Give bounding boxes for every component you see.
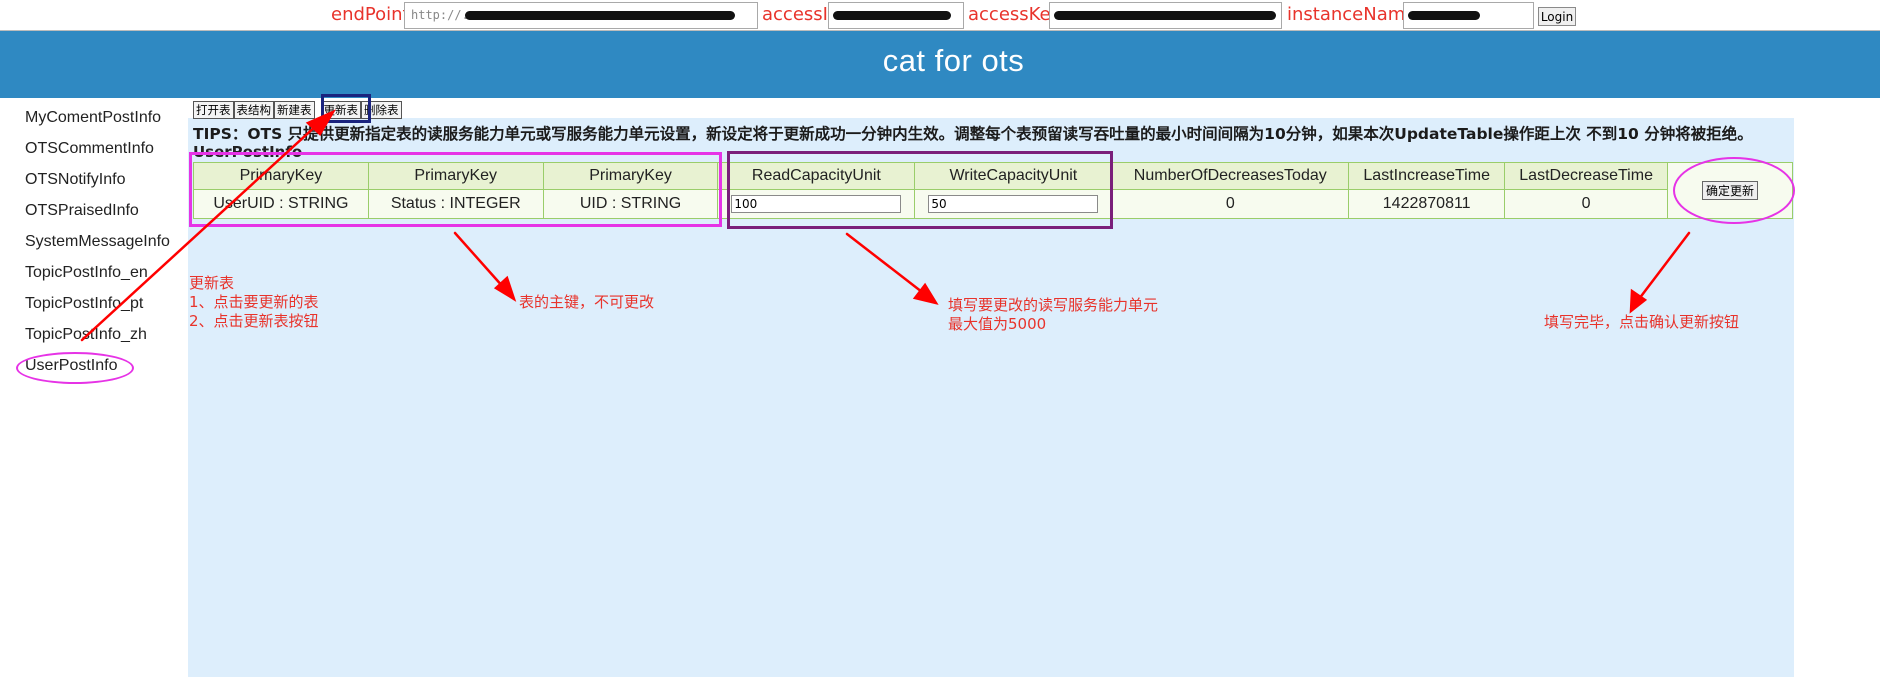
last-decrease-cell: 0 — [1504, 189, 1669, 219]
open-table-button[interactable]: 打开表 — [193, 101, 234, 119]
capacity-highlight-box — [727, 151, 1113, 229]
endpoint-input[interactable]: http://... — [404, 2, 758, 29]
app-title: cat for ots — [882, 43, 1025, 78]
sidebar-item-otscommentinfo[interactable]: OTSCommentInfo — [25, 140, 154, 158]
primary-key-note: 表的主键，不可更改 — [519, 293, 655, 311]
update-button-highlight-box — [321, 94, 371, 123]
sidebar-item-topicpostinfo-zh[interactable]: TopicPostInfo_zh — [25, 326, 147, 344]
capacity-note-line1: 填写要更改的读写服务能力单元 — [948, 296, 1159, 314]
confirm-note: 填写完毕，点击确认更新按钮 — [1544, 313, 1740, 331]
column-header: LastIncreaseTime — [1348, 161, 1506, 191]
login-bar: endPoint: http://... accessId: accessKey… — [0, 0, 1880, 31]
header-banner: cat for ots — [0, 31, 1880, 98]
sidebar-item-systemmessageinfo[interactable]: SystemMessageInfo — [25, 233, 170, 251]
instance-input[interactable] — [1403, 2, 1534, 29]
sidebar-item-topicpostinfo-en[interactable]: TopicPostInfo_en — [25, 264, 148, 282]
capacity-note-line2: 最大值为5000 — [948, 315, 1047, 333]
endpoint-label: endPoint: — [331, 4, 416, 25]
update-note-step1: 1、点击要更新的表 — [189, 293, 319, 311]
column-header: LastDecreaseTime — [1504, 161, 1669, 191]
decreases-today-cell: 0 — [1111, 189, 1350, 219]
sidebar-item-mycomentpostinfo[interactable]: MyComentPostInfo — [25, 109, 161, 127]
sidebar-item-otsnotifyinfo[interactable]: OTSNotifyInfo — [25, 171, 125, 189]
tips-text: TIPS：OTS 只提供更新指定表的读服务能力单元或写服务能力单元设置，新设定将… — [193, 125, 1753, 143]
redaction-scribble — [1054, 11, 1276, 20]
create-table-button[interactable]: 新建表 — [274, 101, 315, 119]
sidebar-highlight-ellipse — [16, 352, 134, 384]
redaction-scribble — [465, 11, 735, 20]
update-note-title: 更新表 — [189, 274, 235, 292]
column-header: NumberOfDecreasesToday — [1111, 161, 1350, 191]
confirm-highlight-ellipse — [1673, 157, 1795, 224]
table-structure-button[interactable]: 表结构 — [233, 101, 274, 119]
update-note-step2: 2、点击更新表按钮 — [189, 312, 319, 330]
sidebar-item-otspraisedinfo[interactable]: OTSPraisedInfo — [25, 202, 139, 220]
primary-key-highlight-box — [189, 152, 722, 227]
screen: endPoint: http://... accessId: accessKey… — [0, 0, 1880, 677]
login-button[interactable]: Login — [1538, 7, 1576, 26]
redaction-scribble — [833, 11, 951, 20]
sidebar-item-topicpostinfo-pt[interactable]: TopicPostInfo_pt — [25, 295, 143, 313]
accesskey-input[interactable] — [1049, 2, 1282, 29]
redaction-scribble — [1408, 11, 1480, 20]
accessid-input[interactable] — [828, 2, 964, 29]
last-increase-cell: 1422870811 — [1348, 189, 1506, 219]
